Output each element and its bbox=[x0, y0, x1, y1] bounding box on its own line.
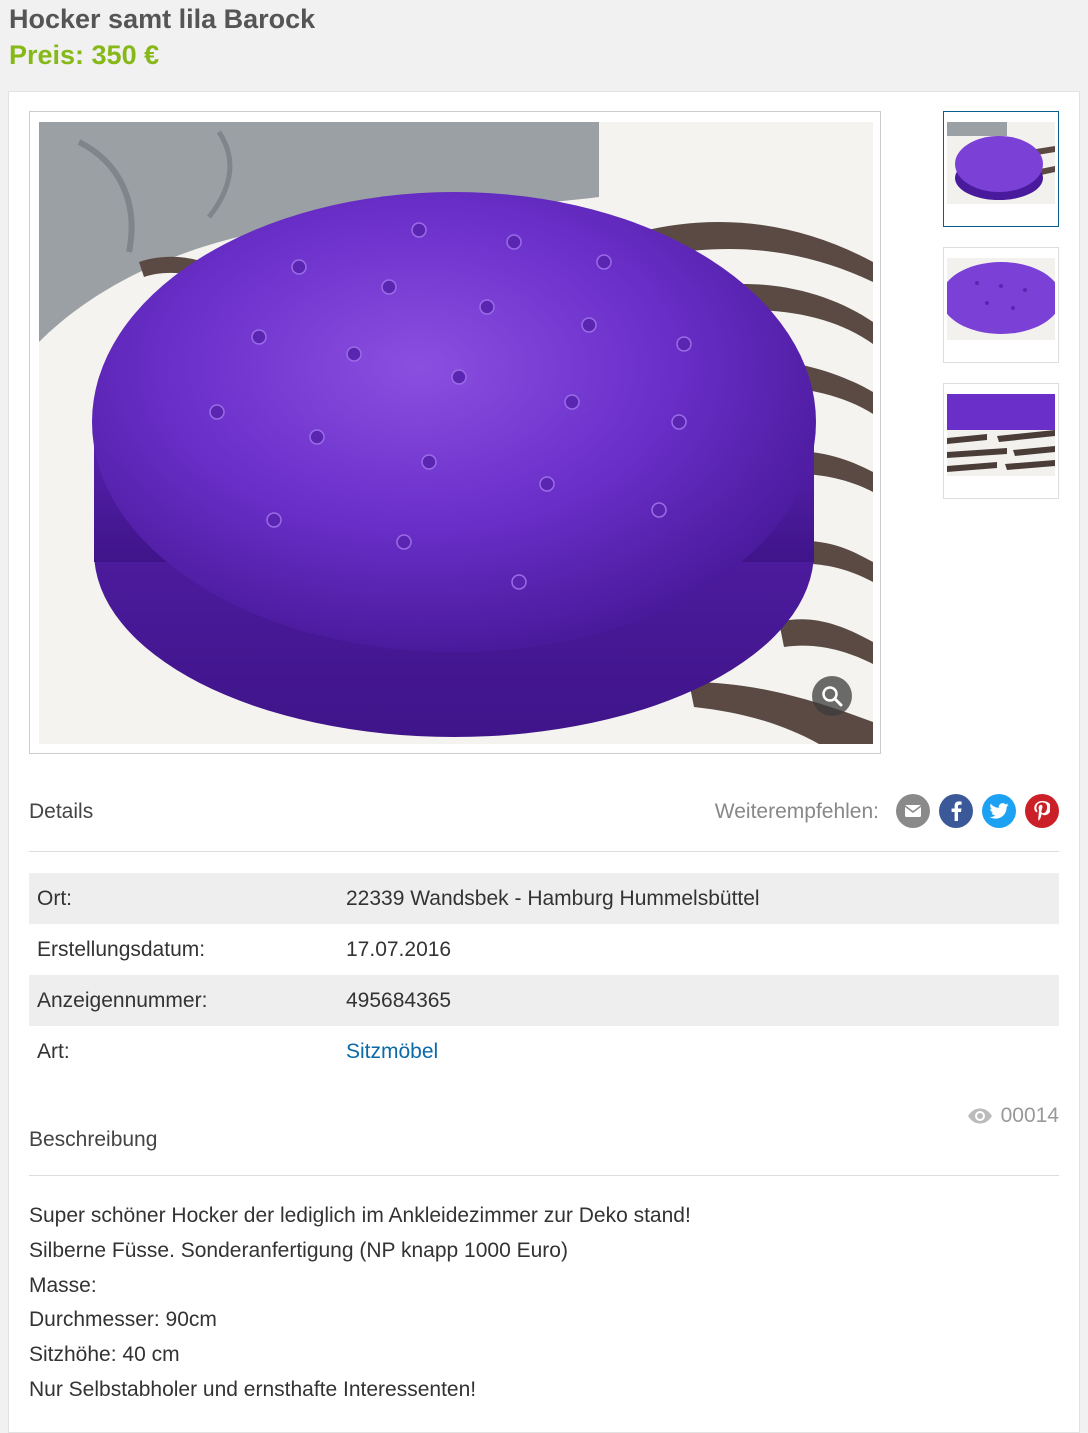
view-count: 00014 bbox=[1000, 1104, 1059, 1127]
description-text: Super schöner Hocker der lediglich im An… bbox=[29, 1199, 691, 1408]
detail-key: Anzeigennummer: bbox=[29, 975, 338, 1026]
table-row: Art: Sitzmöbel bbox=[29, 1026, 1059, 1077]
table-row: Erstellungsdatum: 17.07.2016 bbox=[29, 924, 1059, 975]
twitter-icon[interactable] bbox=[982, 794, 1016, 828]
description-line: Masse: bbox=[29, 1273, 97, 1297]
view-counter: 00014 bbox=[967, 1104, 1059, 1128]
detail-value: 22339 Wandsbek - Hamburg Hummelsbüttel bbox=[338, 873, 1059, 924]
email-icon[interactable] bbox=[896, 794, 930, 828]
description-line: Nur Selbstabholer und ernsthafte Interes… bbox=[29, 1377, 477, 1401]
zoom-button[interactable] bbox=[812, 676, 852, 716]
eye-icon bbox=[967, 1108, 992, 1124]
thumbnail-1[interactable] bbox=[943, 111, 1059, 227]
thumbnail-2[interactable] bbox=[943, 247, 1059, 363]
listing-card: Details Weiterempfehlen: Ort: 22339 Wand… bbox=[8, 91, 1080, 1433]
description-line: Silberne Füsse. Sonderanfertigung (NP kn… bbox=[29, 1238, 568, 1262]
category-link[interactable]: Sitzmöbel bbox=[346, 1040, 438, 1063]
detail-value: 17.07.2016 bbox=[346, 937, 452, 961]
detail-key: Erstellungsdatum: bbox=[37, 937, 206, 961]
share-label: Weiterempfehlen: bbox=[714, 800, 879, 823]
details-header: Details Weiterempfehlen: bbox=[29, 794, 1059, 852]
description-line: Durchmesser: 90cm bbox=[29, 1308, 217, 1332]
table-row: Anzeigennummer: 495684365 bbox=[29, 975, 1059, 1026]
detail-key: Art: bbox=[37, 1039, 70, 1063]
magnifier-icon bbox=[822, 686, 843, 707]
listing-title: Hocker samt lila Barock bbox=[9, 4, 316, 34]
description-line: Sitzhöhe: 40 cm bbox=[29, 1343, 180, 1367]
detail-value: 495684365 bbox=[338, 975, 1059, 1026]
details-table: Ort: 22339 Wandsbek - Hamburg Hummelsbüt… bbox=[29, 873, 1059, 1077]
pinterest-icon[interactable] bbox=[1025, 794, 1059, 828]
table-row: Ort: 22339 Wandsbek - Hamburg Hummelsbüt… bbox=[29, 873, 1059, 924]
description-heading: Beschreibung bbox=[29, 1128, 158, 1151]
detail-value-cell: Sitzmöbel bbox=[338, 1026, 1059, 1077]
facebook-icon[interactable] bbox=[939, 794, 973, 828]
listing-price: Preis: 350 € bbox=[9, 40, 160, 70]
main-image-frame[interactable] bbox=[29, 111, 881, 754]
detail-key: Ort: bbox=[29, 873, 338, 924]
main-product-image[interactable] bbox=[39, 122, 873, 744]
thumbnail-3[interactable] bbox=[943, 383, 1059, 499]
listing-header: Hocker samt lila Barock Preis: 350 € bbox=[9, 2, 315, 72]
details-heading: Details bbox=[29, 800, 94, 823]
description-line: Super schöner Hocker der lediglich im An… bbox=[29, 1204, 691, 1227]
description-header: Beschreibung bbox=[29, 1128, 1059, 1176]
share-icons bbox=[896, 794, 1059, 828]
